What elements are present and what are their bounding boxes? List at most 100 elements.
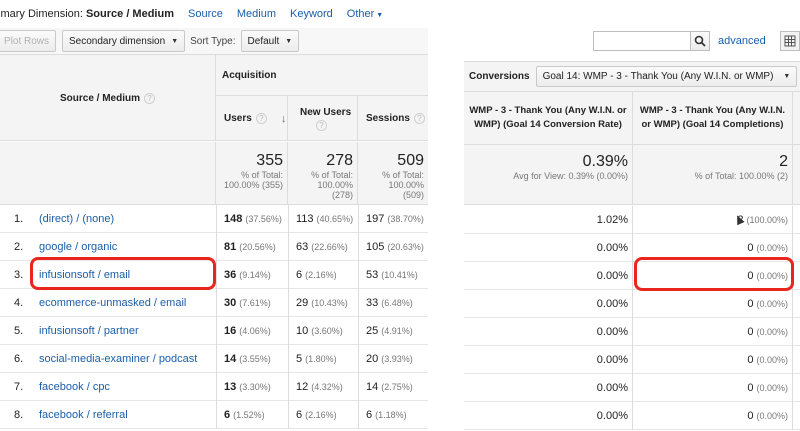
row-index: 8.: [14, 409, 24, 421]
help-icon[interactable]: ?: [413, 113, 425, 124]
table-view-button[interactable]: [779, 31, 800, 51]
sessions-pct: (6.48%): [381, 298, 413, 308]
sort-type-value: Default: [247, 35, 280, 47]
new-users-value: 5: [296, 353, 303, 365]
sort-descending-icon[interactable]: ↓: [281, 113, 287, 125]
goal-conversion-rate-header[interactable]: WMP - 3 - Thank You (Any W.I.N. or WMP) …: [464, 92, 633, 145]
source-medium-link[interactable]: (direct) / (none): [39, 205, 114, 233]
users-cell: 36 (9.14%): [216, 261, 288, 289]
acquisition-table: Source / Medium ? Acquisition Users ? ↓ …: [0, 54, 428, 429]
row-index: 7.: [14, 381, 24, 393]
goal-completions-pct: (0.00%): [756, 327, 788, 337]
sort-type-dropdown[interactable]: Default ▼: [240, 30, 300, 52]
primary-dimension-selected: Source / Medium: [85, 8, 174, 20]
table-row: 3. infusionsoft / email 36 (9.14%) 6 (2.16%) 5…: [0, 261, 428, 289]
source-medium-link[interactable]: facebook / cpc: [39, 373, 110, 401]
users-pct: (4.06%): [239, 326, 271, 336]
users-cell: 16 (4.06%): [216, 317, 288, 345]
new-users-total: 278: [326, 152, 353, 169]
new-users-pct: (40.65%): [316, 214, 354, 224]
users-value: 81: [224, 241, 237, 253]
sessions-cell: 105 (20.63%): [358, 233, 428, 261]
table-row: 2. google / organic 81 (20.56%) 63 (22.66%) 10…: [0, 233, 428, 261]
search-button[interactable]: [689, 31, 711, 51]
source-medium-link[interactable]: google / organic: [39, 233, 117, 261]
search-input[interactable]: [593, 31, 691, 51]
sort-type-label: Sort Type:: [190, 35, 236, 47]
new-users-cell: 29 (10.43%): [288, 289, 358, 317]
goal-completions-value: 0: [747, 298, 754, 310]
advanced-link[interactable]: advanced: [718, 35, 766, 47]
new-users-pct: (10.43%): [311, 298, 348, 308]
sessions-column-header[interactable]: Sessions ?: [358, 96, 428, 141]
goal-table-row: 0.00% 0 (0.00%): [464, 262, 800, 290]
sessions-value: 53: [366, 269, 379, 281]
dimension-option-keyword[interactable]: Keyword: [290, 8, 333, 20]
conversions-label: Conversions: [469, 71, 530, 82]
source-medium-link[interactable]: infusionsoft / partner: [39, 317, 139, 345]
goal-rate-cell: 0.00%: [464, 262, 633, 290]
goal-completions-total: 2: [779, 153, 788, 170]
source-medium-link[interactable]: ecommerce-unmasked / email: [39, 289, 186, 317]
users-value: 148: [224, 213, 243, 225]
sessions-total-cell: 509 % of Total: 100.00% (509): [358, 142, 428, 205]
goal-completions-value: 0: [747, 270, 754, 282]
goal-rate-cell: 1.02%: [464, 206, 633, 234]
users-column-header[interactable]: Users ? ↓: [216, 96, 288, 141]
plot-rows-button[interactable]: Plot Rows: [0, 30, 57, 52]
sessions-pct: (38.70%): [387, 214, 424, 224]
goal-completions-header[interactable]: WMP - 3 - Thank You (Any W.I.N. or WMP) …: [633, 92, 793, 145]
new-users-column-header[interactable]: New Users ?: [288, 96, 358, 141]
table-row: 6. social-media-examiner / podcast 14 (3.55…: [0, 345, 428, 373]
row-index: 6.: [14, 353, 24, 365]
new-users-value: 63: [296, 241, 309, 253]
users-pct: (9.14%): [239, 270, 271, 280]
users-column-label: Users: [224, 113, 252, 124]
dimension-option-medium[interactable]: Medium: [237, 8, 276, 20]
chevron-down-icon: ▼: [376, 12, 384, 19]
users-cell: 14 (3.55%): [216, 345, 288, 373]
new-users-total-count: (278): [331, 190, 353, 200]
source-medium-link[interactable]: facebook / referral: [39, 401, 128, 429]
goal-rate-cell: 0.00%: [464, 290, 633, 318]
sessions-pct: (10.41%): [381, 270, 418, 280]
users-cell: 81 (20.56%): [216, 233, 288, 261]
sessions-cell: 25 (4.91%): [358, 317, 428, 345]
source-medium-link[interactable]: infusionsoft / email: [39, 261, 130, 289]
sessions-column-label: Sessions: [366, 113, 410, 124]
users-cell: 13 (3.30%): [216, 373, 288, 401]
users-cell: 6 (1.52%): [216, 401, 288, 429]
dimension-option-other[interactable]: Other ▼: [347, 8, 383, 20]
new-users-cell: 10 (3.60%): [288, 317, 358, 345]
table-row: 8. facebook / referral 6 (1.52%) 6 (2.16%) 6 (1…: [0, 401, 428, 429]
help-icon[interactable]: ?: [255, 113, 267, 124]
goal-completions-cell: 0 (0.00%): [633, 290, 793, 318]
goal-rate-total-cell: 0.39% Avg for View: 0.39% (0.00%): [464, 145, 633, 205]
users-value: 13: [224, 381, 237, 393]
help-icon[interactable]: ?: [316, 119, 327, 131]
new-users-value: 10: [296, 325, 309, 337]
goal-rate-cell: 0.00%: [464, 402, 633, 430]
table-row: 7. facebook / cpc 13 (3.30%) 12 (4.32%) 14 (2.7…: [0, 373, 428, 401]
source-medium-link[interactable]: social-media-examiner / podcast: [39, 345, 197, 373]
sessions-pct: (1.18%): [375, 410, 407, 420]
row-index: 3.: [14, 269, 24, 281]
goal-select-dropdown[interactable]: Goal 14: WMP - 3 - Thank You (Any W.I.N.…: [535, 66, 798, 87]
goal-rate-total: 0.39%: [582, 153, 628, 170]
goal-rate-cell: 0.00%: [464, 234, 633, 262]
conversions-header: Conversions Goal 14: WMP - 3 - Thank You…: [464, 61, 800, 92]
secondary-dimension-dropdown[interactable]: Secondary dimension ▼: [62, 30, 186, 52]
users-total-pct: 100.00% (355): [223, 180, 283, 190]
users-cell: 30 (7.61%): [216, 289, 288, 317]
plot-rows-label: Plot Rows: [4, 35, 50, 47]
goal-completions-pct: % of Total: 100.00% (2): [694, 171, 788, 181]
totals-label-cell: [0, 142, 216, 205]
new-users-pct: (1.80%): [305, 354, 337, 364]
dimension-column-header[interactable]: Source / Medium ?: [0, 55, 216, 141]
row-index: 2.: [14, 241, 24, 253]
help-icon[interactable]: ?: [144, 92, 155, 104]
dimension-option-source[interactable]: Source: [188, 8, 223, 20]
goal-completions-cell: 0 (0.00%): [633, 346, 793, 374]
goal-completions-pct: (0.00%): [756, 383, 788, 393]
sessions-value: 25: [366, 325, 379, 337]
